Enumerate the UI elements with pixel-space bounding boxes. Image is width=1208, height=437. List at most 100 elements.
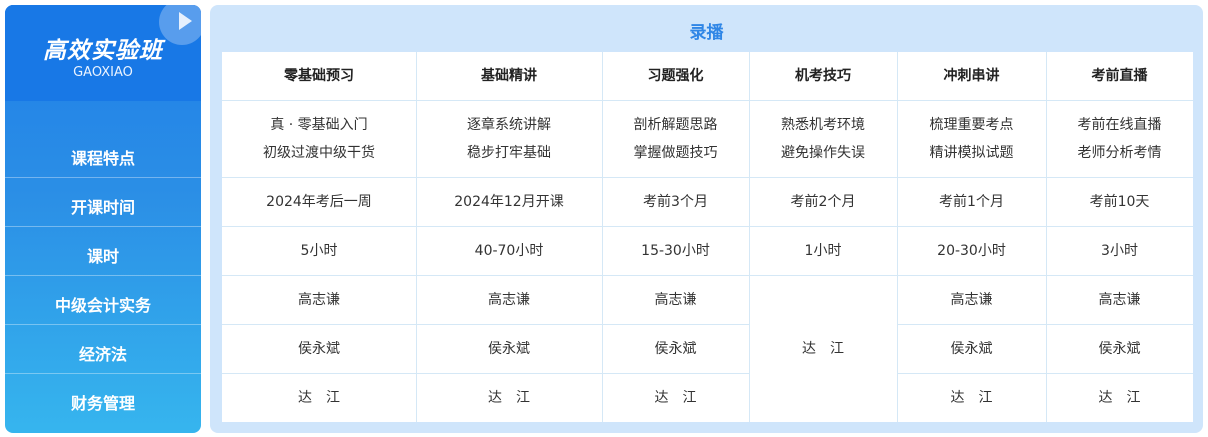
hours-value: 20-30小时 [937, 242, 1006, 259]
feature-line: 掌握做题技巧 [633, 144, 718, 161]
teacher-cell: 侯永斌 [222, 324, 416, 373]
start-cell: 2024年12月开课 [416, 177, 602, 226]
teacher-name: 侯永斌 [488, 340, 530, 357]
teacher-name: 达 江 [950, 389, 993, 406]
teacher-cell: 达 江 [602, 373, 749, 422]
column-header-label: 基础精讲 [481, 68, 537, 84]
feature-line: 真 · 零基础入门 [270, 116, 368, 133]
start-cell: 考前3个月 [602, 177, 749, 226]
teacher-cell: 达 江 [897, 373, 1046, 422]
start-cell: 考前10天 [1046, 177, 1193, 226]
teacher-cell: 侯永斌 [416, 324, 602, 373]
teacher-name: 达 江 [1098, 389, 1141, 406]
hours-cell: 40-70小时 [416, 226, 602, 275]
column-header: 零基础预习 [222, 52, 416, 100]
teacher-cell: 高志谦 [1046, 275, 1193, 324]
row-divider [5, 275, 201, 276]
start-value: 考前3个月 [643, 193, 708, 210]
row-divider [5, 324, 201, 325]
feature-line: 精讲模拟试题 [929, 144, 1014, 161]
hours-cell: 3小时 [1046, 226, 1193, 275]
start-cell: 考前1个月 [897, 177, 1046, 226]
teacher-name: 高志谦 [488, 291, 530, 308]
brand-subtitle: GAOXIAO [73, 65, 133, 80]
teacher-cell: 高志谦 [602, 275, 749, 324]
row-label-hours: 课时 [86, 247, 119, 266]
feature-line: 剖析解题思路 [633, 116, 718, 133]
column-header: 基础精讲 [416, 52, 602, 100]
feature-cell: 熟悉机考环境 避免操作失误 [749, 100, 897, 177]
schedule-table: 零基础预习真 · 零基础入门 初级过渡中级干货 2024年考后一周 5小时高志谦侯永斌… [222, 52, 1193, 422]
brand-title: 高效实验班 [43, 38, 163, 64]
feature-cell: 真 · 零基础入门 初级过渡中级干货 [222, 100, 416, 177]
teacher-name: 高志谦 [950, 291, 993, 308]
feature-line: 梳理重要考点 [929, 116, 1014, 133]
start-cell: 2024年考后一周 [222, 177, 416, 226]
feature-line: 熟悉机考环境 [781, 116, 865, 133]
feature-line: 稳步打牢基础 [467, 144, 551, 161]
column-header-label: 零基础预习 [284, 68, 354, 84]
row-label-finance: 财务管理 [70, 394, 135, 413]
teacher-cell: 达 江 [1046, 373, 1193, 422]
feature-line: 老师分析考情 [1077, 144, 1162, 161]
hours-value: 5小时 [300, 242, 338, 259]
row-divider [5, 177, 201, 178]
feature-line: 避免操作失误 [781, 144, 865, 161]
teacher-name: 达 江 [488, 389, 530, 406]
hours-value: 15-30小时 [641, 242, 710, 259]
column-header-label: 机考技巧 [795, 68, 851, 84]
feature-line: 逐章系统讲解 [467, 116, 551, 133]
column-header-label: 习题强化 [647, 68, 704, 84]
teacher-name: 高志谦 [654, 291, 697, 308]
teacher-name: 侯永斌 [298, 340, 340, 357]
row-label-law: 经济法 [78, 345, 127, 364]
teacher-cell: 达 江 [222, 373, 416, 422]
hours-value: 40-70小时 [474, 242, 544, 259]
column-header: 考前直播 [1046, 52, 1193, 100]
teacher-merged-cell: 达 江 [749, 275, 897, 422]
teacher-name: 达 江 [298, 389, 340, 406]
column-header: 习题强化 [602, 52, 749, 100]
brand-header: 高效实验班 GAOXIAO [5, 5, 201, 101]
hours-value: 3小时 [1101, 242, 1138, 259]
row-label-accounting: 中级会计实务 [54, 296, 151, 315]
start-value: 2024年12月开课 [454, 193, 564, 210]
start-value: 考前10天 [1089, 193, 1150, 210]
teacher-name: 侯永斌 [654, 340, 697, 357]
column-header-label: 冲刺串讲 [943, 68, 1000, 84]
left-panel: 高效实验班 GAOXIAO 课程特点 开课时间 课时 中级会计实务 经济法 财务… [5, 5, 201, 433]
row-label-features: 课程特点 [70, 149, 135, 168]
column-header-label: 考前直播 [1091, 68, 1148, 84]
teacher-name: 达 江 [802, 340, 844, 357]
hours-cell: 5小时 [222, 226, 416, 275]
start-cell: 考前2个月 [749, 177, 897, 226]
row-divider [5, 226, 201, 227]
row-label-start: 开课时间 [70, 198, 135, 217]
teacher-cell: 达 江 [416, 373, 602, 422]
hours-cell: 1小时 [749, 226, 897, 275]
teacher-cell: 高志谦 [222, 275, 416, 324]
feature-cell: 逐章系统讲解 稳步打牢基础 [416, 100, 602, 177]
teacher-cell: 侯永斌 [897, 324, 1046, 373]
feature-cell: 考前在线直播 老师分析考情 [1046, 100, 1193, 177]
start-value: 考前2个月 [790, 193, 856, 210]
row-divider [5, 373, 201, 374]
teacher-name: 高志谦 [1098, 291, 1141, 308]
column-header: 冲刺串讲 [897, 52, 1046, 100]
feature-cell: 梳理重要考点 精讲模拟试题 [897, 100, 1046, 177]
teacher-cell: 高志谦 [416, 275, 602, 324]
teacher-name: 高志谦 [298, 291, 340, 308]
teacher-cell: 侯永斌 [1046, 324, 1193, 373]
teacher-name: 侯永斌 [1098, 340, 1141, 357]
hours-cell: 20-30小时 [897, 226, 1046, 275]
hours-cell: 15-30小时 [602, 226, 749, 275]
teacher-name: 达 江 [654, 389, 697, 406]
feature-cell: 剖析解题思路 掌握做题技巧 [602, 100, 749, 177]
feature-line: 考前在线直播 [1077, 116, 1162, 133]
start-value: 考前1个月 [939, 193, 1004, 210]
section-title: 录播 [689, 23, 724, 43]
teacher-name: 侯永斌 [950, 340, 993, 357]
course-schedule: 高效实验班 GAOXIAO 课程特点 开课时间 课时 中级会计实务 经济法 财务… [0, 0, 1208, 437]
hours-value: 1小时 [804, 242, 842, 259]
teacher-cell: 高志谦 [897, 275, 1046, 324]
